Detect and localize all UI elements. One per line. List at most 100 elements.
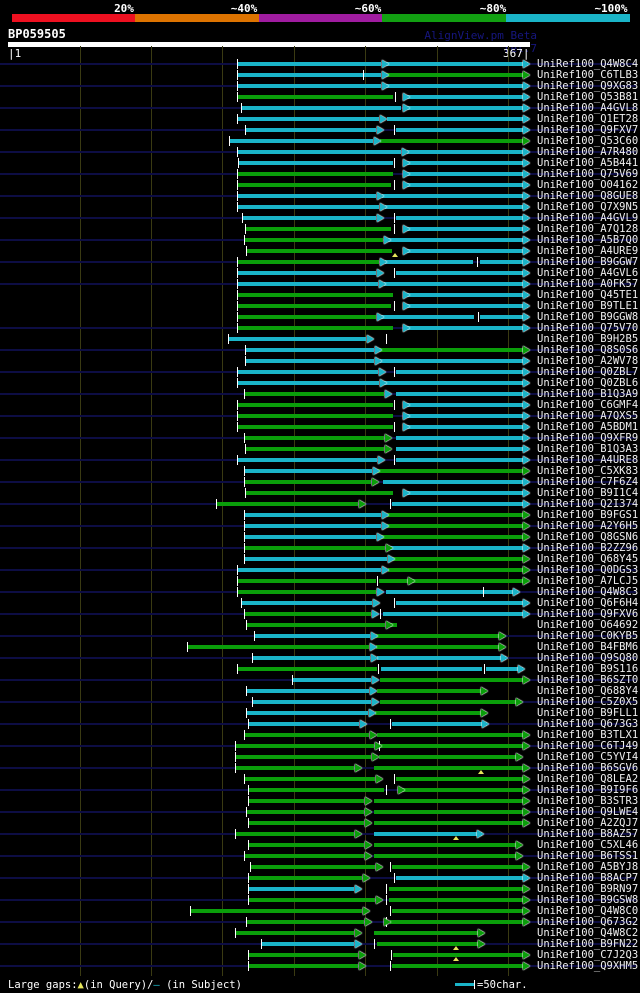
alignment-segment[interactable]	[238, 293, 393, 297]
alignment-segment[interactable]	[249, 799, 364, 803]
alignment-segment[interactable]	[381, 535, 524, 539]
alignment-segment[interactable]	[392, 865, 524, 869]
hit-label[interactable]: UniRef100_Q9XHM5	[537, 961, 638, 972]
alignment-segment[interactable]	[245, 436, 384, 440]
alignment-segment[interactable]	[377, 689, 486, 693]
alignment-segment[interactable]	[245, 480, 371, 484]
alignment-segment[interactable]	[374, 810, 524, 814]
alignment-segment[interactable]	[396, 436, 528, 440]
alignment-segment[interactable]	[375, 711, 486, 715]
alignment-segment[interactable]	[379, 755, 521, 759]
alignment-segment[interactable]	[238, 172, 393, 176]
alignment-segment[interactable]	[374, 843, 521, 847]
alignment-segment[interactable]	[396, 876, 528, 880]
alignment-segment[interactable]	[239, 161, 393, 165]
alignment-segment[interactable]	[249, 821, 364, 825]
alignment-segment[interactable]	[389, 898, 524, 902]
alignment-segment[interactable]	[247, 689, 369, 693]
alignment-segment[interactable]	[249, 876, 362, 880]
alignment-segment[interactable]	[238, 458, 377, 462]
alignment-segment[interactable]	[236, 766, 354, 770]
alignment-segment[interactable]	[396, 777, 524, 781]
alignment-segment[interactable]	[245, 733, 369, 737]
alignment-segment[interactable]	[390, 546, 528, 550]
alignment-segment[interactable]	[390, 920, 524, 924]
alignment-segment[interactable]	[245, 513, 381, 517]
alignment-segment[interactable]	[386, 590, 518, 594]
alignment-segment[interactable]	[396, 271, 528, 275]
alignment-segment[interactable]	[383, 480, 528, 484]
alignment-segment[interactable]	[405, 161, 528, 165]
alignment-segment[interactable]	[407, 106, 528, 110]
alignment-segment[interactable]	[253, 656, 370, 660]
alignment-segment[interactable]	[246, 491, 393, 495]
alignment-segment[interactable]	[374, 832, 482, 836]
alignment-segment[interactable]	[387, 513, 524, 517]
alignment-segment[interactable]	[245, 612, 371, 616]
alignment-segment[interactable]	[405, 414, 528, 418]
alignment-segment[interactable]	[381, 667, 482, 671]
alignment-segment[interactable]	[377, 733, 524, 737]
alignment-segment[interactable]	[249, 843, 364, 847]
alignment-segment[interactable]	[376, 645, 504, 649]
alignment-segment[interactable]	[249, 953, 358, 957]
alignment-segment[interactable]	[245, 546, 385, 550]
alignment-segment[interactable]	[238, 84, 381, 88]
alignment-segment[interactable]	[386, 84, 528, 88]
alignment-segment[interactable]	[374, 799, 524, 803]
alignment-segment[interactable]	[387, 117, 528, 121]
alignment-segment[interactable]	[238, 194, 376, 198]
alignment-segment[interactable]	[387, 524, 524, 528]
alignment-segment[interactable]	[245, 524, 381, 528]
alignment-segment[interactable]	[405, 172, 528, 176]
alignment-segment[interactable]	[238, 62, 381, 66]
alignment-segment[interactable]	[247, 711, 368, 715]
alignment-segment[interactable]	[396, 601, 528, 605]
alignment-segment[interactable]	[238, 282, 378, 286]
alignment-segment[interactable]	[385, 260, 473, 264]
alignment-segment[interactable]	[249, 887, 354, 891]
alignment-segment[interactable]	[243, 216, 376, 220]
alignment-segment[interactable]	[242, 106, 401, 110]
alignment-segment[interactable]	[238, 315, 376, 319]
alignment-segment[interactable]	[405, 95, 528, 99]
alignment-segment[interactable]	[247, 623, 385, 627]
alignment-segment[interactable]	[405, 403, 528, 407]
alignment-segment[interactable]	[384, 381, 528, 385]
alignment-segment[interactable]	[236, 832, 354, 836]
alignment-segment[interactable]	[383, 612, 528, 616]
alignment-segment[interactable]	[217, 502, 358, 506]
alignment-segment[interactable]	[238, 370, 378, 374]
alignment-segment[interactable]	[255, 634, 370, 638]
alignment-segment[interactable]	[238, 150, 401, 154]
alignment-segment[interactable]	[246, 128, 376, 132]
alignment-segment[interactable]	[249, 898, 375, 902]
alignment-segment[interactable]	[236, 931, 354, 935]
alignment-segment[interactable]	[238, 381, 379, 385]
alignment-segment[interactable]	[251, 865, 375, 869]
alignment-segment[interactable]	[245, 777, 375, 781]
alignment-segment[interactable]	[388, 238, 528, 242]
alignment-segment[interactable]	[230, 139, 373, 143]
alignment-segment[interactable]	[238, 590, 376, 594]
alignment-segment[interactable]	[249, 788, 384, 792]
alignment-segment[interactable]	[238, 403, 393, 407]
alignment-segment[interactable]	[380, 700, 521, 704]
alignment-segment[interactable]	[385, 205, 528, 209]
alignment-segment[interactable]	[246, 447, 384, 451]
alignment-segment[interactable]	[249, 964, 358, 968]
alignment-segment[interactable]	[396, 458, 528, 462]
alignment-segment[interactable]	[392, 502, 528, 506]
alignment-segment[interactable]	[253, 700, 371, 704]
alignment-segment[interactable]	[238, 667, 377, 671]
alignment-segment[interactable]	[392, 909, 524, 913]
alignment-segment[interactable]	[405, 326, 528, 330]
alignment-segment[interactable]	[245, 854, 364, 858]
alignment-segment[interactable]	[396, 392, 528, 396]
alignment-segment[interactable]	[396, 216, 528, 220]
alignment-segment[interactable]	[245, 238, 383, 242]
alignment-segment[interactable]	[247, 920, 364, 924]
alignment-segment[interactable]	[392, 964, 524, 968]
alignment-segment[interactable]	[236, 744, 374, 748]
alignment-segment[interactable]	[379, 579, 524, 583]
